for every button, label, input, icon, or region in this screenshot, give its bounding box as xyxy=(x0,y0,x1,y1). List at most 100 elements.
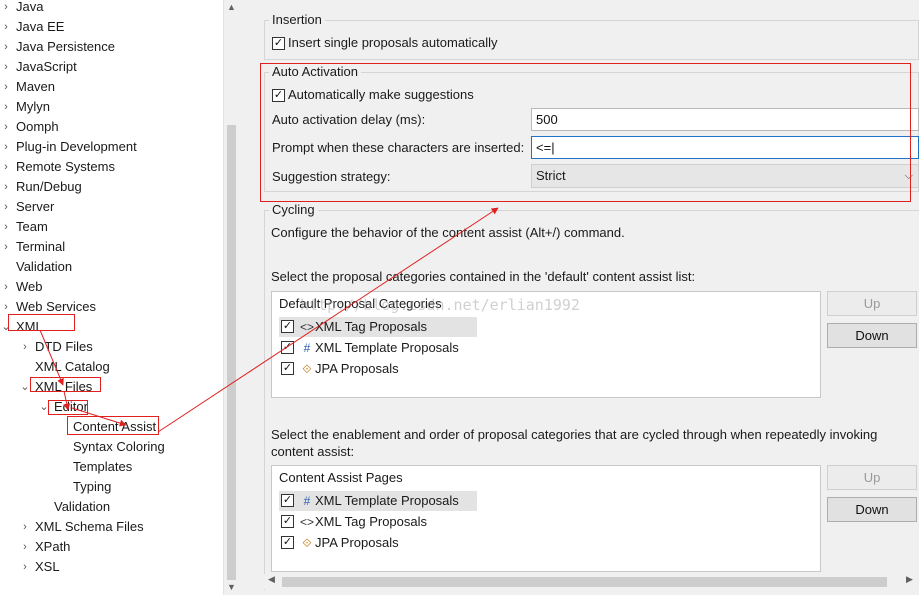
chevron-right-icon[interactable]: › xyxy=(0,277,12,297)
list-item[interactable]: ✓ <> XML Tag Proposals xyxy=(279,512,477,532)
tree-item-label: Java xyxy=(16,0,44,14)
page-checkbox[interactable]: ✓ xyxy=(281,494,294,507)
insert-single-label: Insert single proposals automatically xyxy=(288,35,498,50)
chevron-right-icon[interactable]: › xyxy=(0,57,12,77)
list-item-label: XML Template Proposals xyxy=(315,340,459,355)
pages-up-button[interactable]: Up xyxy=(827,465,917,490)
chevron-right-icon[interactable]: › xyxy=(0,77,12,97)
scroll-left-arrow-icon[interactable]: ◀ xyxy=(264,574,279,585)
tree-vertical-scrollbar[interactable]: ▲ ▼ xyxy=(223,0,238,595)
scroll-up-arrow-icon[interactable]: ▲ xyxy=(224,2,239,12)
tree-item-label: Java Persistence xyxy=(16,39,115,54)
tree-item-label: Remote Systems xyxy=(16,159,115,174)
chevron-right-icon[interactable]: › xyxy=(19,537,31,557)
tree-item-label: XPath xyxy=(35,539,71,554)
chevron-right-icon[interactable]: › xyxy=(19,337,31,357)
chevron-right-icon[interactable]: › xyxy=(0,0,12,17)
list-item-label: XML Tag Proposals xyxy=(315,319,428,334)
jpa-icon: ⟐ xyxy=(302,536,312,550)
page-checkbox[interactable]: ✓ xyxy=(281,536,294,549)
tree-item-label: Maven xyxy=(16,79,56,94)
annotation-box-xml xyxy=(8,314,75,331)
scroll-right-arrow-icon[interactable]: ▶ xyxy=(902,574,917,585)
scrollbar-thumb[interactable] xyxy=(227,125,236,580)
default-up-button[interactable]: Up xyxy=(827,291,917,316)
xml-tag-icon: <> xyxy=(299,515,314,529)
tree-item-label: Syntax Coloring xyxy=(73,439,165,454)
chevron-right-icon[interactable]: › xyxy=(0,117,12,137)
annotation-box-auto-activation xyxy=(260,63,911,202)
list-item[interactable]: ✓ <> XML Tag Proposals xyxy=(279,317,477,337)
list-item[interactable]: ✓ ⟐ JPA Proposals xyxy=(279,533,477,553)
chevron-right-icon[interactable]: › xyxy=(0,197,12,217)
default-down-button[interactable]: Down xyxy=(827,323,917,348)
tree-item-label: Oomph xyxy=(16,119,59,134)
tree-item-label: Templates xyxy=(73,459,133,474)
tree-item-label: XML Catalog xyxy=(35,359,110,374)
tree-item-label: Validation xyxy=(54,499,111,514)
page-horizontal-scrollbar[interactable]: ◀ ▶ xyxy=(262,574,919,589)
tree-item-label: Server xyxy=(16,199,55,214)
chevron-right-icon[interactable]: › xyxy=(0,137,12,157)
tree-item-label: Terminal xyxy=(16,239,66,254)
chevron-right-icon[interactable]: › xyxy=(0,17,12,37)
insertion-group-title: Insertion xyxy=(269,12,325,27)
tree-item-label: Typing xyxy=(73,479,112,494)
pages-list-header: Content Assist Pages xyxy=(279,470,403,485)
tree-item-label: JavaScript xyxy=(16,59,77,74)
pages-list-caption-line2: content assist: xyxy=(271,444,355,459)
tree-item-label: XML Schema Files xyxy=(35,519,144,534)
chevron-right-icon[interactable]: › xyxy=(0,237,12,257)
preferences-tree: › Java › Java EE › Java Persistence › JavaScrip… xyxy=(0,0,238,595)
insertion-group: Insertion ✓ Insert single proposals auto… xyxy=(264,12,919,60)
xml-tag-icon: <> xyxy=(299,320,314,334)
category-checkbox[interactable]: ✓ xyxy=(281,341,294,354)
list-item[interactable]: ✓ # XML Template Proposals xyxy=(279,491,477,511)
list-item-label: XML Tag Proposals xyxy=(315,514,428,529)
category-checkbox[interactable]: ✓ xyxy=(281,320,294,333)
chevron-right-icon[interactable]: › xyxy=(0,217,12,237)
default-categories-list[interactable]: Default Proposal Categories ✓ <> XML Tag… xyxy=(271,291,821,398)
category-checkbox[interactable]: ✓ xyxy=(281,362,294,375)
tree-item-label: Java EE xyxy=(16,19,65,34)
tree-item-label: DTD Files xyxy=(35,339,93,354)
tree-item-label: Web xyxy=(16,279,43,294)
chevron-right-icon[interactable]: › xyxy=(0,177,12,197)
tree-item-label: XSL xyxy=(35,559,60,574)
tree-item-label: Mylyn xyxy=(16,99,50,114)
tree-item-label: Run/Debug xyxy=(16,179,82,194)
pages-down-button[interactable]: Down xyxy=(827,497,917,522)
scrollbar-thumb[interactable] xyxy=(282,577,887,587)
chevron-right-icon[interactable]: › xyxy=(19,557,31,577)
chevron-right-icon[interactable]: › xyxy=(0,97,12,117)
page-checkbox[interactable]: ✓ xyxy=(281,515,294,528)
template-hash-icon: # xyxy=(303,494,311,508)
list-item[interactable]: ✓ ⟐ JPA Proposals xyxy=(279,359,477,379)
list-item[interactable]: ✓ # XML Template Proposals xyxy=(279,338,477,358)
tree-item-label: Team xyxy=(16,219,48,234)
list-item-label: XML Template Proposals xyxy=(315,493,459,508)
default-list-caption: Select the proposal categories contained… xyxy=(271,269,696,284)
list-item-label: JPA Proposals xyxy=(315,361,399,376)
content-assist-pages-list[interactable]: Content Assist Pages ✓ # XML Template Pr… xyxy=(271,465,821,572)
chevron-right-icon[interactable]: › xyxy=(19,517,31,537)
annotation-box-content-assist xyxy=(67,416,159,435)
template-hash-icon: # xyxy=(303,341,311,355)
cycling-group-title: Cycling xyxy=(269,202,318,217)
scroll-down-arrow-icon[interactable]: ▼ xyxy=(224,582,239,592)
insert-single-checkbox[interactable]: ✓ xyxy=(272,37,285,50)
chevron-right-icon[interactable]: › xyxy=(0,37,12,57)
annotation-box-editor xyxy=(48,400,88,415)
tree-item-label: Plug-in Development xyxy=(16,139,137,154)
tree-item-label: Validation xyxy=(16,259,73,274)
default-list-header: Default Proposal Categories xyxy=(279,296,442,311)
annotation-box-xml-files xyxy=(30,377,101,392)
chevron-right-icon[interactable]: › xyxy=(0,157,12,177)
pages-list-caption-line1: Select the enablement and order of propo… xyxy=(271,427,878,442)
